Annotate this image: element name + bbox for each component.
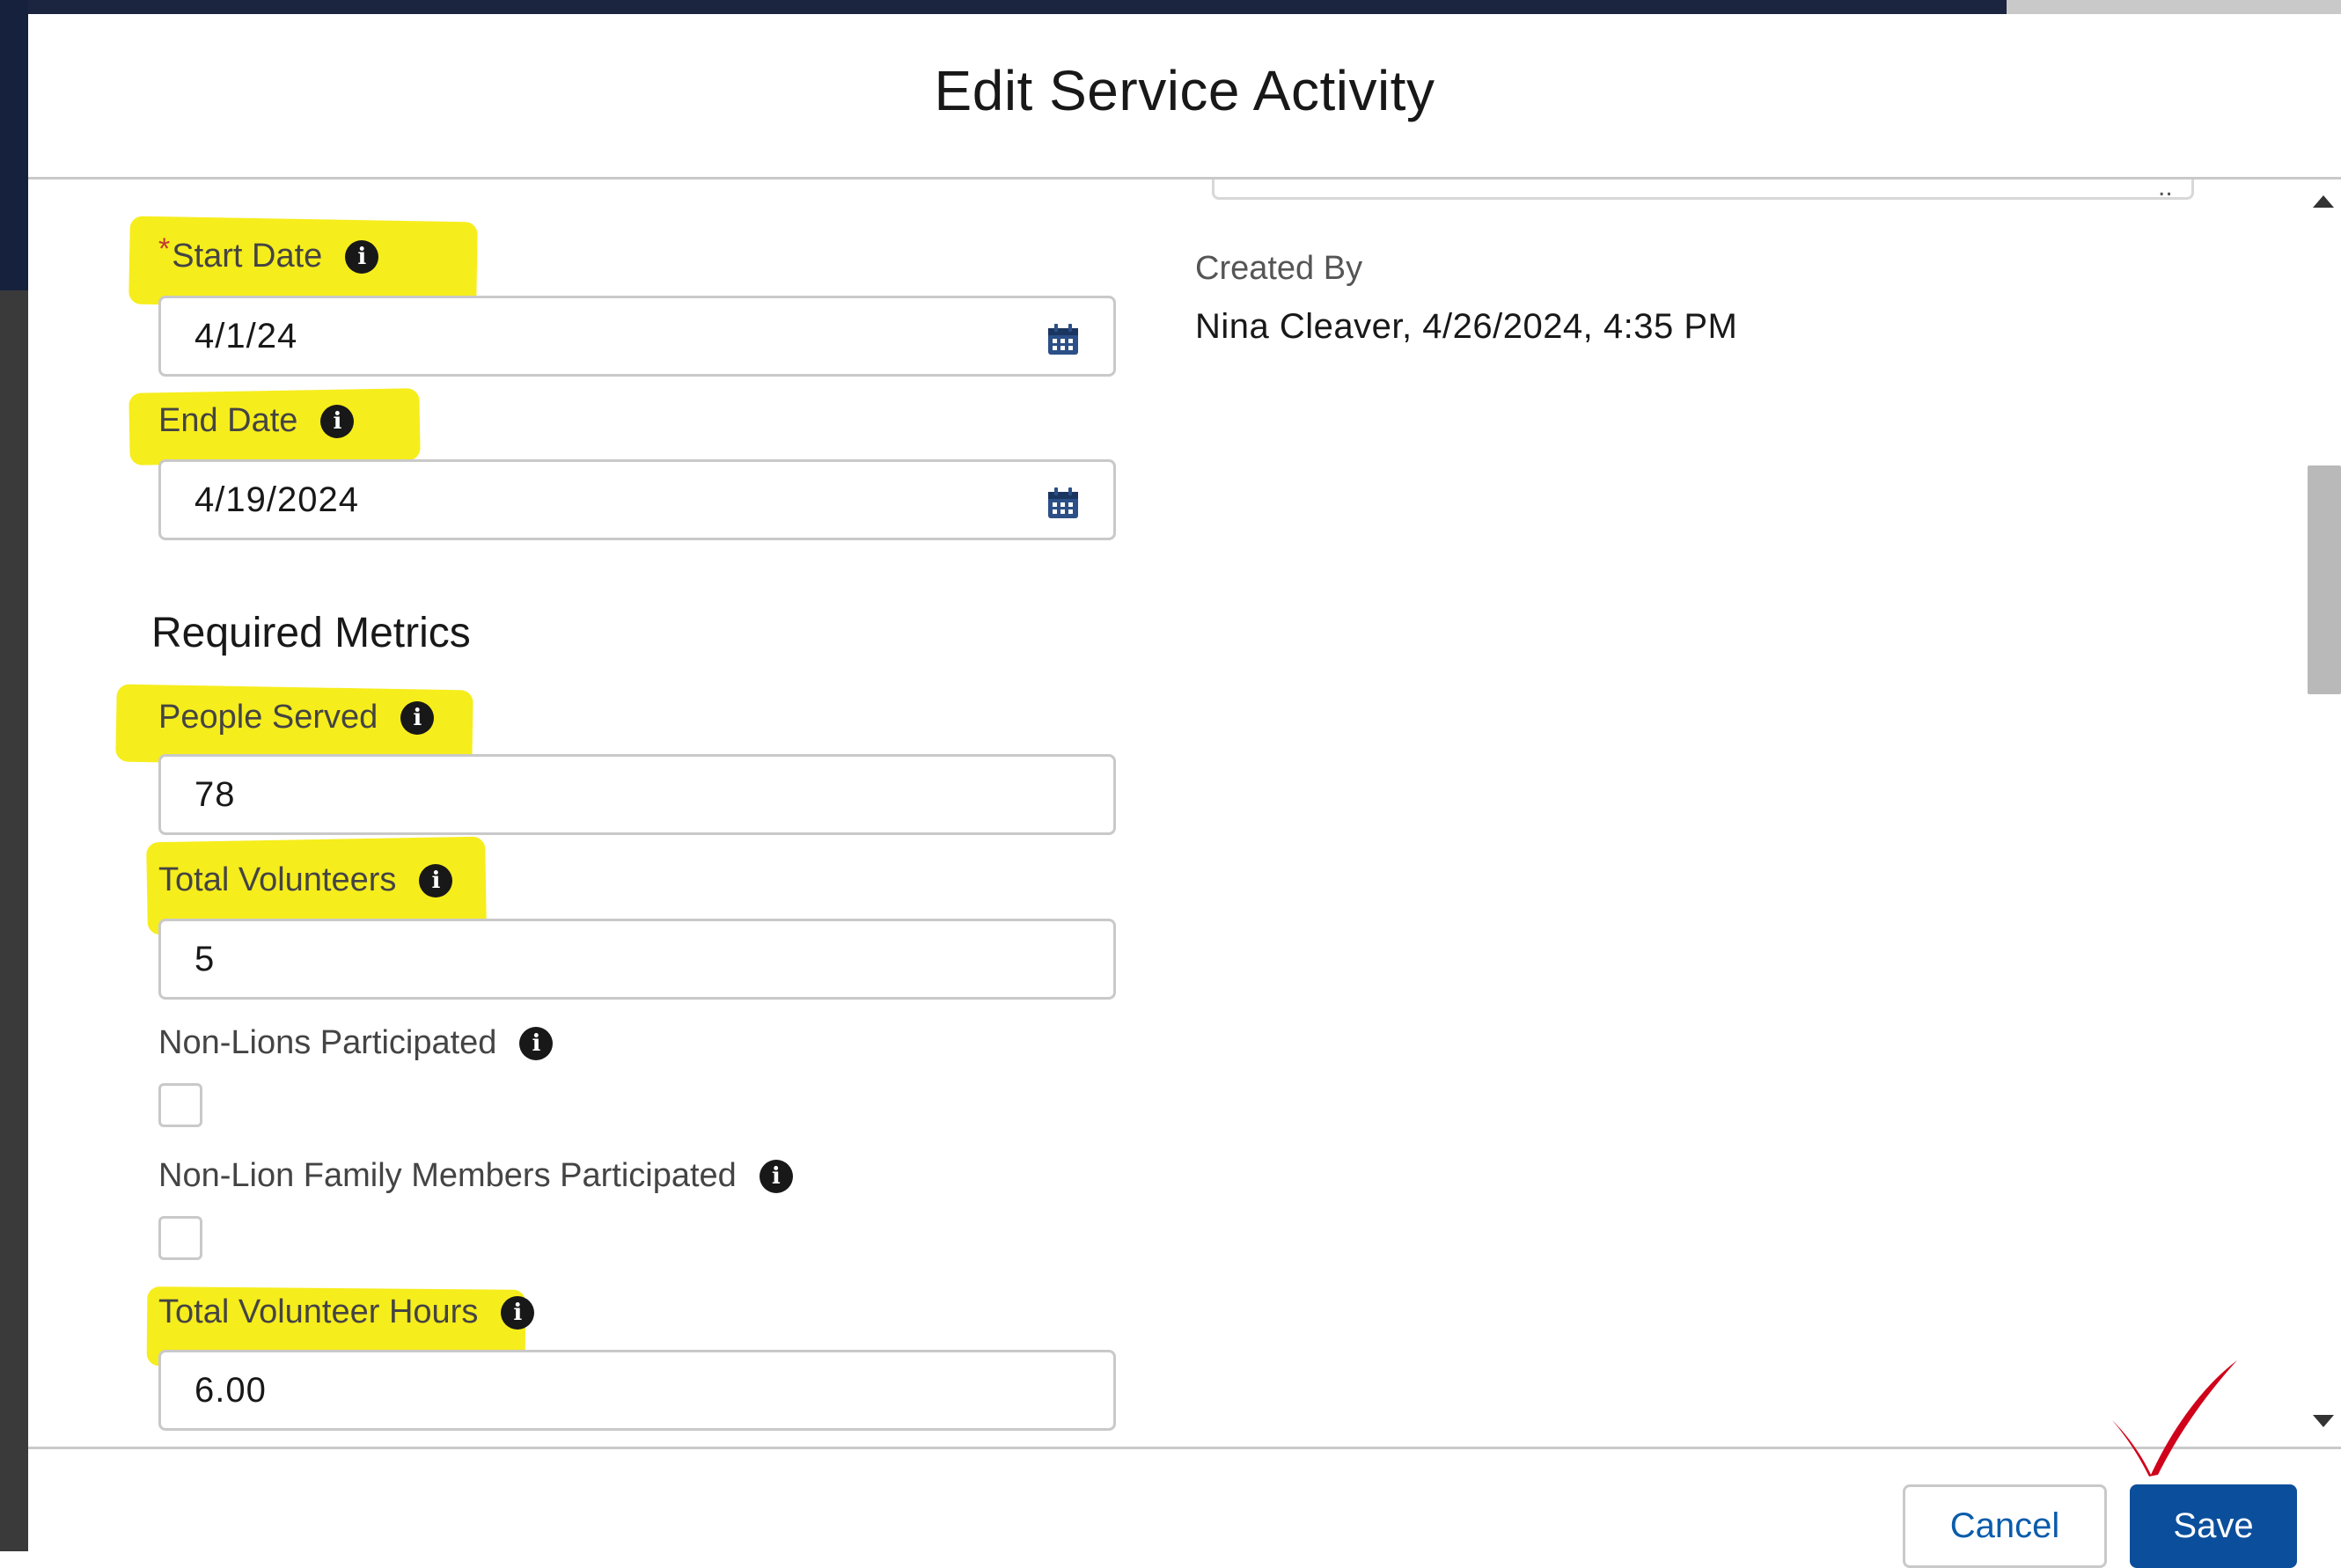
non-lions-participated-label: Non-Lions Participated i <box>158 1024 554 1062</box>
non-lion-family-label: Non-Lion Family Members Participated i <box>158 1157 793 1195</box>
info-icon[interactable]: i <box>759 1159 793 1193</box>
info-icon[interactable]: i <box>345 239 379 274</box>
non-lion-family-checkbox[interactable] <box>158 1216 202 1260</box>
total-volunteer-hours-value: 6.00 <box>194 1370 267 1410</box>
modal-header: Edit Service Activity <box>28 14 2341 180</box>
calendar-icon[interactable] <box>1046 487 1080 520</box>
required-indicator: * <box>158 232 171 266</box>
info-icon[interactable]: i <box>501 1295 535 1330</box>
non-lions-participated-label-text: Non-Lions Participated <box>158 1024 497 1061</box>
calendar-icon[interactable] <box>1046 323 1080 356</box>
checkmark-annotation <box>2112 1360 2237 1476</box>
created-by-label: Created By <box>1195 250 1363 287</box>
total-volunteer-hours-label: Total Volunteer Hours i <box>158 1293 535 1331</box>
non-lions-participated-checkbox[interactable] <box>158 1083 202 1127</box>
created-by-value: Nina Cleaver, 4/26/2024, 4:35 PM <box>1195 307 1738 346</box>
scroll-up-arrow-icon[interactable] <box>2313 195 2334 208</box>
background-app-left <box>0 0 28 1551</box>
scroll-down-arrow-icon[interactable] <box>2313 1415 2334 1427</box>
start-date-value: 4/1/24 <box>194 316 298 355</box>
start-date-label: * Start Date i <box>158 232 379 275</box>
scrollbar[interactable] <box>2306 180 2341 1447</box>
section-title-required-metrics: Required Metrics <box>151 610 471 656</box>
people-served-value: 78 <box>194 774 236 814</box>
info-icon[interactable]: i <box>400 700 435 735</box>
end-date-input[interactable]: 4/19/2024 <box>158 459 1116 540</box>
non-lion-family-label-text: Non-Lion Family Members Participated <box>158 1157 737 1194</box>
resize-handle-icon: .. <box>2158 180 2173 201</box>
total-volunteer-hours-label-text: Total Volunteer Hours <box>158 1293 479 1330</box>
people-served-label-text: People Served <box>158 699 378 736</box>
start-date-label-text: Start Date <box>172 238 323 275</box>
cancel-button[interactable]: Cancel <box>1903 1484 2107 1568</box>
start-date-input[interactable]: 4/1/24 <box>158 296 1116 377</box>
total-volunteers-label-text: Total Volunteers <box>158 861 397 898</box>
scrollbar-thumb[interactable] <box>2308 465 2341 694</box>
previous-field-edge <box>1212 180 2194 200</box>
info-icon[interactable]: i <box>419 863 453 898</box>
modal-footer: Cancel Save <box>28 1447 2341 1568</box>
people-served-input[interactable]: 78 <box>158 754 1116 835</box>
save-button[interactable]: Save <box>2130 1484 2297 1568</box>
total-volunteer-hours-input[interactable]: 6.00 <box>158 1350 1116 1431</box>
total-volunteers-label: Total Volunteers i <box>158 861 453 899</box>
end-date-value: 4/19/2024 <box>194 480 359 519</box>
modal-title: Edit Service Activity <box>934 59 1435 122</box>
background-app-top <box>0 0 2341 14</box>
total-volunteers-input[interactable]: 5 <box>158 919 1116 1000</box>
edit-service-activity-modal: Edit Service Activity .. * Start Date i … <box>28 14 2341 1568</box>
modal-body: .. * Start Date i 4/1/24 End Date i 4/19… <box>28 180 2341 1447</box>
info-icon[interactable]: i <box>320 404 355 438</box>
end-date-label: End Date i <box>158 402 355 440</box>
info-icon[interactable]: i <box>519 1026 554 1060</box>
people-served-label: People Served i <box>158 699 435 736</box>
end-date-label-text: End Date <box>158 402 298 439</box>
total-volunteers-value: 5 <box>194 939 216 978</box>
